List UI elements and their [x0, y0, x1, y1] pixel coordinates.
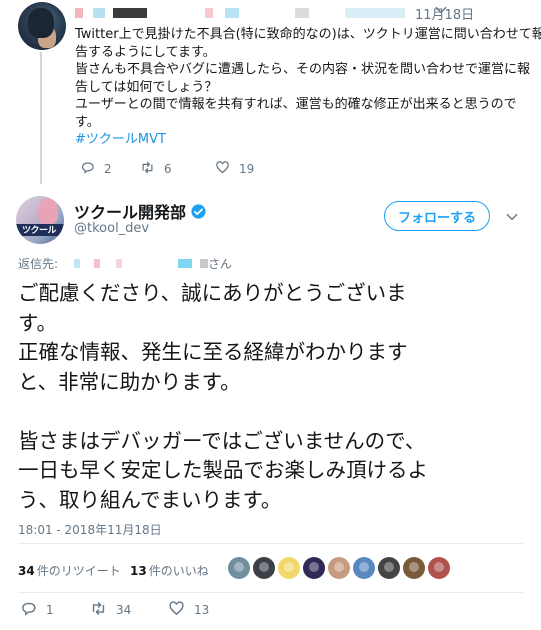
redacted-handle-fragment	[345, 8, 405, 18]
tweet-text-line: す。	[18, 310, 57, 335]
parent-like-button[interactable]: 19	[215, 160, 254, 178]
retweet-icon	[90, 600, 107, 620]
divider	[18, 592, 523, 593]
heart-icon	[168, 600, 185, 620]
chevron-down-icon[interactable]	[434, 2, 448, 16]
liker-avatars	[228, 557, 450, 579]
liker-avatar[interactable]	[278, 557, 300, 579]
liker-avatar[interactable]	[378, 557, 400, 579]
like-count: 13	[194, 603, 210, 617]
follow-button[interactable]: フォローする	[384, 201, 490, 231]
tweet-text-line: 正確な情報、発生に至る経緯がわかります	[18, 340, 408, 364]
redacted-name-fragment	[113, 8, 147, 18]
tweet-timestamp[interactable]: 18:01 - 2018年11月18日	[18, 521, 162, 538]
parent-text-line: ユーザーとの間で情報を共有すれば、運営も的確な修正が出来ると思うので	[75, 97, 517, 112]
redacted-handle-fragment	[205, 8, 213, 18]
liker-avatar[interactable]	[403, 557, 425, 579]
parent-retweet-button[interactable]: 6	[140, 160, 172, 178]
tweet-text-line: 皆さまはデバッガーではございませんので、	[18, 428, 426, 453]
liker-avatar[interactable]	[228, 557, 250, 579]
retweet-count: 34	[116, 603, 132, 617]
retweet-stat-label: 件のリツイート	[36, 564, 121, 578]
author-avatar[interactable]: ツクール	[16, 196, 64, 244]
tweet-text-line: ご配慮くださり、誠にありがとうございま	[18, 281, 407, 305]
retweet-button[interactable]: 34	[90, 600, 131, 620]
tweet-text: ご配慮くださり、誠にありがとうございま す。 正確な情報、発生に至る経緯がわかり…	[18, 279, 528, 515]
reply-button[interactable]: 1	[20, 600, 54, 620]
parent-author-avatar[interactable]	[18, 2, 66, 50]
parent-text-line: 告しては如何でしょう？	[75, 79, 218, 95]
like-stat-count: 13	[130, 563, 147, 578]
retweet-stat-link[interactable]: 34 件のリツイート	[18, 562, 121, 579]
liker-avatar[interactable]	[328, 557, 350, 579]
parent-text-line: 皆さんも不具合やバグに遭遇したら、その内容・状況を問い合わせで運営に報	[75, 62, 531, 77]
redacted-mention-fragment	[116, 259, 122, 268]
redacted-handle-fragment	[225, 8, 239, 18]
author-name-row[interactable]: ツクール開発部	[74, 199, 207, 223]
reply-to-label: 返信先:	[18, 257, 59, 271]
redacted-handle-fragment	[295, 8, 309, 18]
hashtag-link[interactable]: #ツクールMVT	[75, 131, 530, 149]
tweet-text-line: う、取り組んでまいります。	[18, 487, 282, 512]
thread-connector-line	[40, 52, 42, 184]
parent-reply-button[interactable]: 2	[80, 160, 112, 178]
parent-like-count: 19	[239, 162, 255, 176]
author-display-name[interactable]: ツクール開発部	[74, 199, 186, 223]
reply-count: 1	[46, 603, 54, 617]
parent-retweet-count: 6	[164, 162, 172, 176]
redacted-mention-fragment	[178, 259, 192, 268]
divider	[18, 543, 523, 544]
redacted-name-fragment	[75, 8, 83, 18]
parent-tweet-header: 11月18日	[75, 4, 535, 23]
tweet-text-line: と、非常に助かります。	[18, 369, 241, 394]
redacted-mention-fragment	[94, 259, 100, 268]
liker-avatar[interactable]	[353, 557, 375, 579]
parent-tweet-text: Twitter上で見掛けた不具合(特に致命的なの)は、ツクトリ運営に問い合わせて…	[75, 26, 541, 149]
retweet-stat-count: 34	[18, 563, 35, 578]
like-stat-link[interactable]: 13 件のいいね	[130, 562, 209, 579]
retweet-icon	[140, 160, 155, 178]
liker-avatar[interactable]	[428, 557, 450, 579]
avatar-character	[38, 198, 58, 224]
like-button[interactable]: 13	[168, 600, 209, 620]
parent-text-line: 告するようにしてます。	[75, 44, 216, 60]
parent-text-line: Twitter上で見掛けた不具合(特に致命的なの)は、ツクトリ運営に問い合わせて…	[75, 27, 541, 42]
redacted-name-fragment	[93, 8, 105, 18]
redacted-mention-fragment	[74, 259, 80, 268]
like-stat-label: 件のいいね	[148, 564, 209, 578]
reply-icon	[20, 600, 37, 620]
verified-badge-icon	[190, 203, 207, 220]
reply-to-suffix: さん	[208, 257, 233, 271]
parent-tweet[interactable]: 11月18日 Twitter上で見掛けた不具合(特に致命的なの)は、ツクトリ運営…	[0, 0, 541, 188]
heart-icon	[215, 160, 230, 178]
liker-avatar[interactable]	[303, 557, 325, 579]
reply-icon	[80, 160, 95, 178]
author-handle[interactable]: @tkool_dev	[74, 221, 149, 236]
parent-reply-count: 2	[104, 162, 112, 176]
redacted-mention-fragment	[200, 259, 208, 268]
parent-text-line: す。	[75, 114, 100, 130]
avatar-logo-text: ツクール	[22, 226, 57, 236]
tweet-text-line: 一日も早く安定した製品でお楽しみ頂けるよ	[18, 458, 428, 482]
tweet-text-line	[18, 397, 528, 427]
liker-avatar[interactable]	[253, 557, 275, 579]
chevron-down-icon[interactable]	[505, 209, 519, 223]
